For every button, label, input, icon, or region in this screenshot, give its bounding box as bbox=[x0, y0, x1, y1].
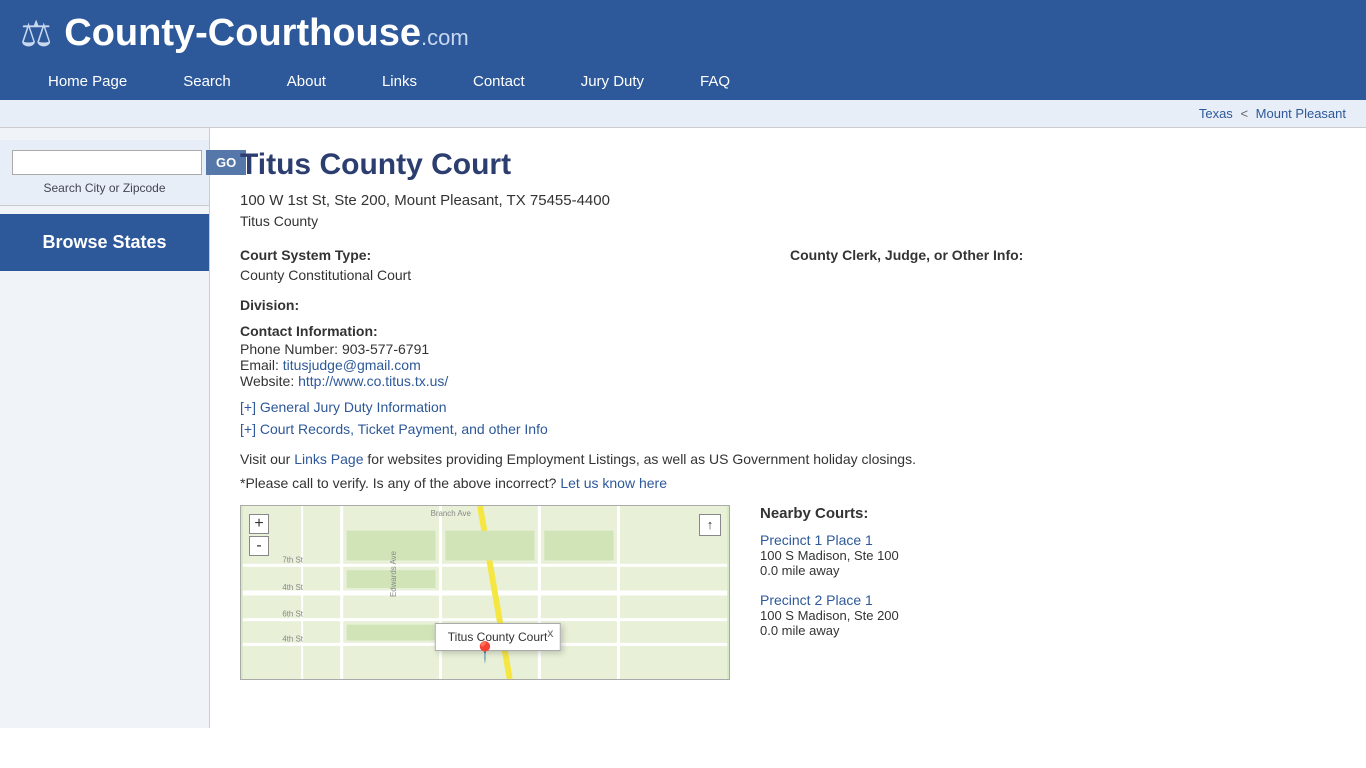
nearby-court-item-0: Precinct 1 Place 1 100 S Madison, Ste 10… bbox=[760, 532, 1280, 578]
svg-text:7th St: 7th St bbox=[282, 555, 303, 564]
nearby-court-name-0[interactable]: Precinct 1 Place 1 bbox=[760, 532, 1280, 548]
breadcrumb-state[interactable]: Texas bbox=[1199, 106, 1233, 121]
search-box-area: GO Search City or Zipcode bbox=[0, 140, 209, 206]
search-input[interactable] bbox=[12, 150, 202, 175]
website-label-text: Website: bbox=[240, 373, 294, 389]
search-row: GO bbox=[12, 150, 197, 175]
breadcrumb: Texas < Mount Pleasant bbox=[0, 100, 1366, 128]
map-share-button[interactable]: ↑ bbox=[699, 514, 721, 536]
website-link[interactable]: http://www.co.titus.tx.us/ bbox=[298, 373, 448, 389]
visit-text: Visit our Links Page for websites provid… bbox=[240, 451, 1280, 467]
bottom-section: 4th St 7th St 6th St 4th St Edwards Ave … bbox=[240, 505, 1280, 680]
verify-static: *Please call to verify. Is any of the ab… bbox=[240, 475, 556, 491]
contact-block: Contact Information: Phone Number: 903-5… bbox=[240, 323, 1280, 389]
nearby-courts-title: Nearby Courts: bbox=[760, 505, 1280, 522]
visit-text-2: for websites providing Employment Listin… bbox=[367, 451, 916, 467]
jury-duty-expand-link[interactable]: [+] General Jury Duty Information bbox=[240, 399, 1280, 415]
svg-text:Branch Ave: Branch Ave bbox=[431, 509, 472, 518]
phone-field: Phone Number: 903-577-6791 bbox=[240, 341, 1280, 357]
header-top: ⚖ County-Courthouse.com bbox=[20, 12, 1346, 63]
nav-faq[interactable]: FAQ bbox=[672, 63, 758, 100]
email-label-text: Email: bbox=[240, 357, 279, 373]
main-layout: GO Search City or Zipcode Browse States … bbox=[0, 128, 1366, 728]
logo-com-text: .com bbox=[421, 25, 469, 50]
map-zoom-plus[interactable]: + bbox=[249, 514, 269, 534]
map-marker: 📍 bbox=[473, 640, 498, 665]
nearby-court-name-1[interactable]: Precinct 2 Place 1 bbox=[760, 592, 1280, 608]
court-system-label: Court System Type: bbox=[240, 247, 730, 263]
popup-close[interactable]: x bbox=[547, 626, 553, 640]
main-nav: Home Page Search About Links Contact Jur… bbox=[20, 63, 1346, 100]
search-city-zip-label: Search City or Zipcode bbox=[12, 181, 197, 195]
nearby-court-item-1: Precinct 2 Place 1 100 S Madison, Ste 20… bbox=[760, 592, 1280, 638]
map-popup: x Titus County Court bbox=[435, 623, 561, 651]
court-address: 100 W 1st St, Ste 200, Mount Pleasant, T… bbox=[240, 192, 1280, 209]
nav-about[interactable]: About bbox=[259, 63, 354, 100]
breadcrumb-separator: < bbox=[1240, 106, 1248, 121]
nearby-court-addr-1: 100 S Madison, Ste 200 bbox=[760, 608, 1280, 623]
nearby-court-dist-1: 0.0 mile away bbox=[760, 623, 1280, 638]
header: ⚖ County-Courthouse.com Home Page Search… bbox=[0, 0, 1366, 100]
nav-search[interactable]: Search bbox=[155, 63, 259, 100]
email-field: Email: titusjudge@gmail.com bbox=[240, 357, 1280, 373]
court-title: Titus County Court bbox=[240, 148, 1280, 182]
scales-icon: ⚖ bbox=[20, 13, 52, 55]
court-system-section: Court System Type: County Constitutional… bbox=[240, 247, 730, 283]
info-grid: Court System Type: County Constitutional… bbox=[240, 247, 1280, 283]
nav-links[interactable]: Links bbox=[354, 63, 445, 100]
division-label: Division: bbox=[240, 297, 1280, 313]
map-zoom-minus[interactable]: - bbox=[249, 536, 269, 556]
svg-text:6th St: 6th St bbox=[282, 610, 303, 619]
website-field: Website: http://www.co.titus.tx.us/ bbox=[240, 373, 1280, 389]
phone-value: 903-577-6791 bbox=[342, 341, 429, 357]
nav-home[interactable]: Home Page bbox=[20, 63, 155, 100]
logo-title: County-Courthouse.com bbox=[64, 12, 468, 55]
sidebar: GO Search City or Zipcode Browse States bbox=[0, 128, 210, 728]
browse-states-button[interactable]: Browse States bbox=[0, 214, 209, 271]
map-placeholder: 4th St 7th St 6th St 4th St Edwards Ave … bbox=[241, 506, 729, 679]
nearby-court-addr-0: 100 S Madison, Ste 100 bbox=[760, 548, 1280, 563]
visit-text-1: Visit our bbox=[240, 451, 290, 467]
contact-label: Contact Information: bbox=[240, 323, 1280, 339]
map-container: 4th St 7th St 6th St 4th St Edwards Ave … bbox=[240, 505, 730, 680]
phone-label: Phone Number: bbox=[240, 341, 338, 357]
let-us-know-link[interactable]: Let us know here bbox=[560, 475, 667, 491]
logo-main-text: County-Courthouse bbox=[64, 12, 421, 54]
clerk-section: County Clerk, Judge, or Other Info: bbox=[790, 247, 1280, 283]
breadcrumb-city[interactable]: Mount Pleasant bbox=[1256, 106, 1346, 121]
court-system-value: County Constitutional Court bbox=[240, 267, 730, 283]
verify-text: *Please call to verify. Is any of the ab… bbox=[240, 475, 1280, 491]
court-records-expand-link[interactable]: [+] Court Records, Ticket Payment, and o… bbox=[240, 421, 1280, 437]
court-county: Titus County bbox=[240, 213, 1280, 229]
clerk-label: County Clerk, Judge, or Other Info: bbox=[790, 247, 1280, 263]
nav-contact[interactable]: Contact bbox=[445, 63, 553, 100]
map-popup-text: Titus County Court bbox=[448, 630, 548, 644]
nearby-courts: Nearby Courts: Precinct 1 Place 1 100 S … bbox=[760, 505, 1280, 680]
content-area: Titus County Court 100 W 1st St, Ste 200… bbox=[210, 128, 1310, 728]
nav-jury-duty[interactable]: Jury Duty bbox=[553, 63, 672, 100]
links-page-link[interactable]: Links Page bbox=[294, 451, 363, 467]
svg-text:4th St: 4th St bbox=[282, 634, 303, 643]
nearby-court-dist-0: 0.0 mile away bbox=[760, 563, 1280, 578]
division-block: Division: bbox=[240, 297, 1280, 313]
email-link[interactable]: titusjudge@gmail.com bbox=[283, 357, 421, 373]
svg-text:4th St: 4th St bbox=[282, 583, 303, 592]
svg-text:Edwards Ave: Edwards Ave bbox=[389, 550, 398, 597]
